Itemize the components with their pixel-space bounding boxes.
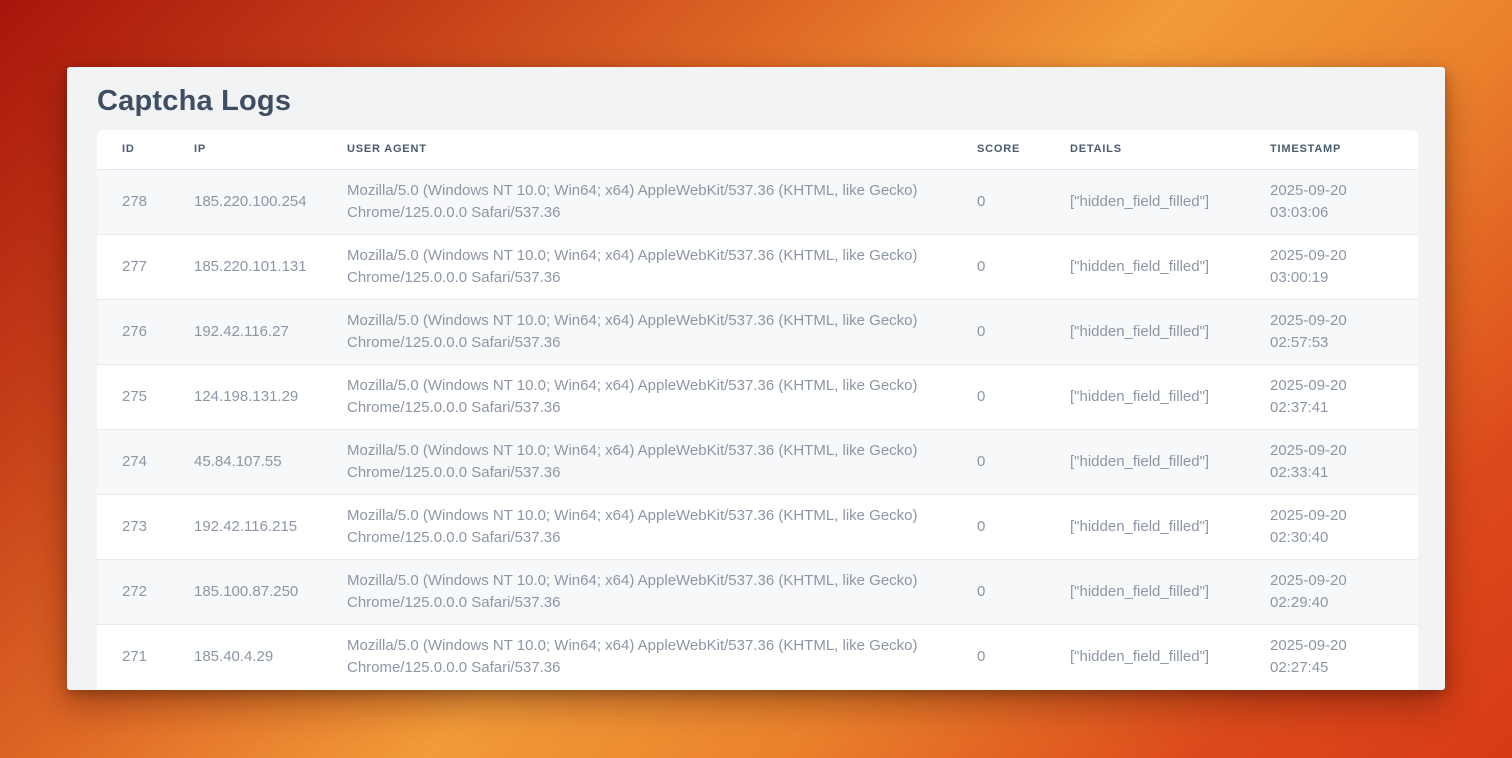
column-header-score: SCORE [952,130,1045,169]
cell-timestamp: 2025-09-20 03:03:06 [1245,169,1418,234]
table-row: 276 192.42.116.27 Mozilla/5.0 (Windows N… [97,299,1418,364]
cell-ip: 192.42.116.27 [169,299,322,364]
table-header-row: ID IP USER AGENT SCORE DETAILS TIMESTAMP [97,130,1418,169]
cell-score: 0 [952,624,1045,689]
cell-details: ["hidden_field_filled"] [1045,234,1245,299]
cell-timestamp: 2025-09-20 02:30:40 [1245,494,1418,559]
table-row: 278 185.220.100.254 Mozilla/5.0 (Windows… [97,169,1418,234]
column-header-user-agent: USER AGENT [322,130,952,169]
cell-user-agent: Mozilla/5.0 (Windows NT 10.0; Win64; x64… [322,624,952,689]
cell-ip: 185.220.101.131 [169,234,322,299]
cell-ip: 192.42.116.215 [169,494,322,559]
captcha-logs-table: ID IP USER AGENT SCORE DETAILS TIMESTAMP… [97,130,1418,689]
cell-ip: 185.220.100.254 [169,169,322,234]
cell-user-agent: Mozilla/5.0 (Windows NT 10.0; Win64; x64… [322,169,952,234]
cell-timestamp: 2025-09-20 03:00:19 [1245,234,1418,299]
column-header-timestamp: TIMESTAMP [1245,130,1418,169]
cell-user-agent: Mozilla/5.0 (Windows NT 10.0; Win64; x64… [322,559,952,624]
cell-details: ["hidden_field_filled"] [1045,429,1245,494]
column-header-id: ID [97,130,169,169]
table-row: 274 45.84.107.55 Mozilla/5.0 (Windows NT… [97,429,1418,494]
table-row: 271 185.40.4.29 Mozilla/5.0 (Windows NT … [97,624,1418,689]
cell-timestamp: 2025-09-20 02:37:41 [1245,364,1418,429]
table-row: 277 185.220.101.131 Mozilla/5.0 (Windows… [97,234,1418,299]
cell-timestamp: 2025-09-20 02:33:41 [1245,429,1418,494]
cell-user-agent: Mozilla/5.0 (Windows NT 10.0; Win64; x64… [322,429,952,494]
cell-score: 0 [952,169,1045,234]
cell-score: 0 [952,234,1045,299]
cell-user-agent: Mozilla/5.0 (Windows NT 10.0; Win64; x64… [322,234,952,299]
cell-score: 0 [952,559,1045,624]
cell-id: 271 [97,624,169,689]
cell-user-agent: Mozilla/5.0 (Windows NT 10.0; Win64; x64… [322,364,952,429]
cell-id: 277 [97,234,169,299]
cell-details: ["hidden_field_filled"] [1045,299,1245,364]
cell-ip: 124.198.131.29 [169,364,322,429]
cell-details: ["hidden_field_filled"] [1045,364,1245,429]
table-body: 278 185.220.100.254 Mozilla/5.0 (Windows… [97,169,1418,689]
cell-timestamp: 2025-09-20 02:29:40 [1245,559,1418,624]
captcha-logs-card: Captcha Logs ID IP USER AGENT SCORE DETA… [67,67,1445,690]
cell-user-agent: Mozilla/5.0 (Windows NT 10.0; Win64; x64… [322,494,952,559]
cell-id: 274 [97,429,169,494]
cell-id: 278 [97,169,169,234]
table-row: 273 192.42.116.215 Mozilla/5.0 (Windows … [97,494,1418,559]
cell-details: ["hidden_field_filled"] [1045,559,1245,624]
cell-score: 0 [952,429,1045,494]
column-header-ip: IP [169,130,322,169]
cell-timestamp: 2025-09-20 02:27:45 [1245,624,1418,689]
cell-user-agent: Mozilla/5.0 (Windows NT 10.0; Win64; x64… [322,299,952,364]
card-header: Captcha Logs [67,67,1445,130]
cell-details: ["hidden_field_filled"] [1045,624,1245,689]
logs-table-container: ID IP USER AGENT SCORE DETAILS TIMESTAMP… [97,130,1418,690]
cell-id: 275 [97,364,169,429]
cell-timestamp: 2025-09-20 02:57:53 [1245,299,1418,364]
cell-details: ["hidden_field_filled"] [1045,169,1245,234]
table-row: 272 185.100.87.250 Mozilla/5.0 (Windows … [97,559,1418,624]
cell-details: ["hidden_field_filled"] [1045,494,1245,559]
cell-id: 273 [97,494,169,559]
cell-score: 0 [952,364,1045,429]
table-row: 275 124.198.131.29 Mozilla/5.0 (Windows … [97,364,1418,429]
page-title: Captcha Logs [97,86,1415,116]
column-header-details: DETAILS [1045,130,1245,169]
cell-ip: 185.100.87.250 [169,559,322,624]
cell-id: 272 [97,559,169,624]
cell-ip: 45.84.107.55 [169,429,322,494]
cell-score: 0 [952,494,1045,559]
cell-score: 0 [952,299,1045,364]
cell-id: 276 [97,299,169,364]
cell-ip: 185.40.4.29 [169,624,322,689]
